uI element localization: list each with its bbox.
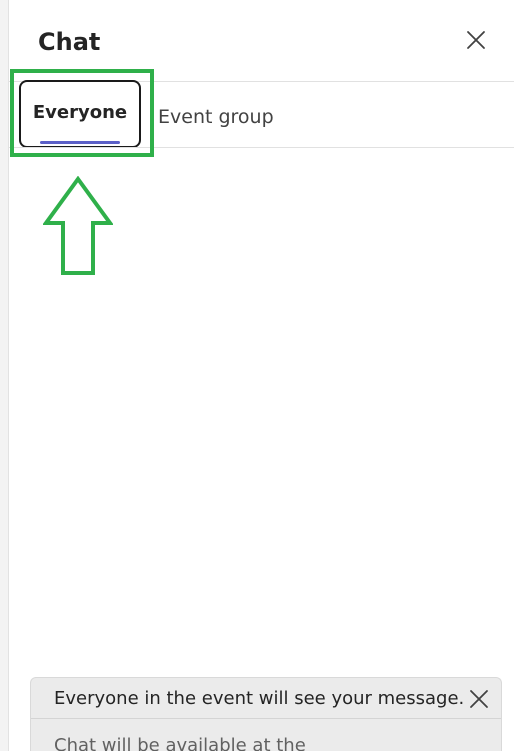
tab-everyone-label: Everyone [32,102,128,123]
close-chat-button[interactable] [462,26,490,54]
tabs-divider [9,147,514,148]
chat-title: Chat [38,28,101,56]
close-icon [470,690,488,708]
close-icon [467,31,485,49]
notice-sub-message: Chat will be available at the [54,735,306,751]
event-notice-banner: Everyone in the event will see your mess… [30,677,502,751]
tab-event-group[interactable]: Event group [158,105,274,129]
annotation-up-arrow-icon [43,176,113,275]
dismiss-notice-button[interactable] [464,684,494,714]
left-rail [0,0,9,751]
notice-message: Everyone in the event will see your mess… [54,688,465,709]
tab-selected-indicator [40,141,120,144]
notice-divider [31,718,501,719]
tab-everyone[interactable]: Everyone [19,80,141,148]
